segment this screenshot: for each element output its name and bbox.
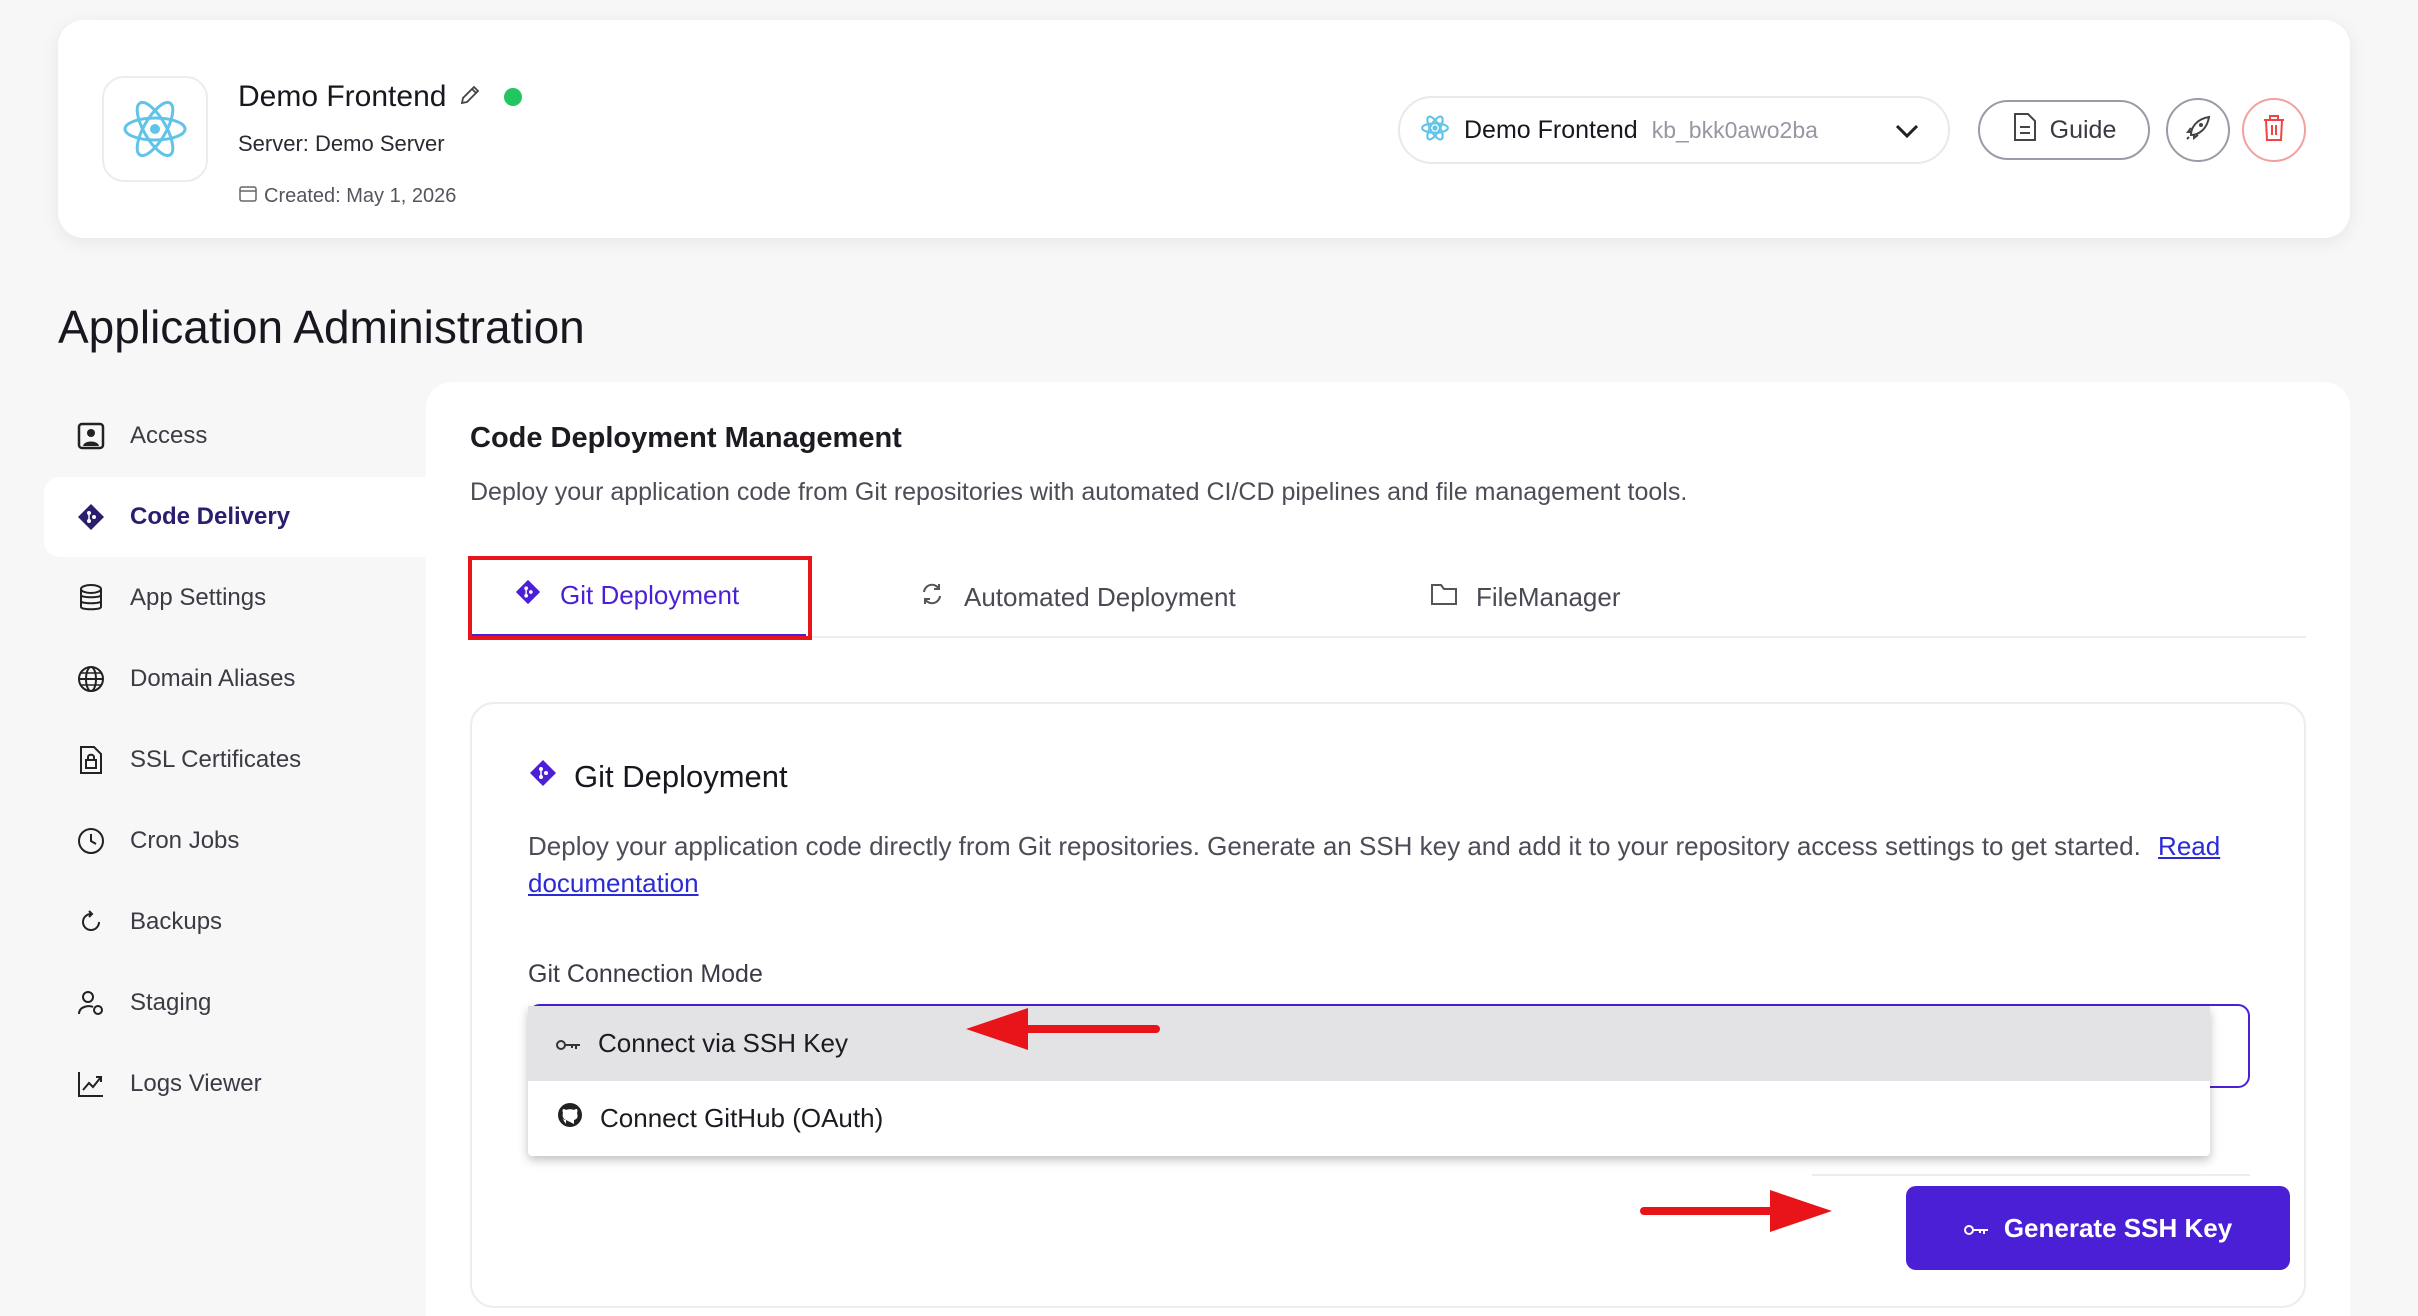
deployment-tabs: Git Deployment Automated Deployment File…	[470, 556, 2306, 638]
page-title: Application Administration	[58, 301, 585, 353]
sidebar-item-code-delivery[interactable]: Code Delivery	[44, 477, 426, 557]
app-switcher-dropdown[interactable]: Demo Frontend kb_bkk0awo2ba	[1398, 96, 1950, 164]
refresh-icon	[74, 905, 108, 939]
delete-app-button[interactable]	[2242, 98, 2306, 162]
user-square-icon	[74, 419, 108, 453]
lock-file-icon	[74, 743, 108, 777]
github-icon	[556, 1101, 584, 1136]
globe-icon	[74, 662, 108, 696]
user-settings-icon	[74, 986, 108, 1020]
option-label: Connect via SSH Key	[598, 1028, 849, 1058]
git-card-title-text: Git Deployment	[574, 759, 788, 794]
app-created-date: Created: May 1, 2026	[238, 183, 456, 209]
git-icon	[74, 500, 108, 534]
key-icon	[556, 1028, 582, 1059]
option-connect-github[interactable]: Connect GitHub (OAuth)	[528, 1081, 2210, 1156]
tab-automated-deployment[interactable]: Automated Deployment	[918, 556, 1236, 638]
rocket-icon	[2183, 113, 2213, 148]
chart-line-icon	[74, 1067, 108, 1101]
option-connect-ssh-key[interactable]: Connect via SSH Key	[528, 1006, 2210, 1081]
tab-label: Automated Deployment	[964, 581, 1236, 612]
generate-ssh-key-label: Generate SSH Key	[2003, 1212, 2233, 1243]
divider	[1812, 1174, 2250, 1176]
calendar-icon	[238, 183, 258, 209]
sidebar-item-label: Backups	[130, 908, 223, 935]
app-server: Server: Demo Server	[238, 131, 445, 156]
tab-label: FileManager	[1476, 581, 1621, 612]
sidebar-item-cron-jobs[interactable]: Cron Jobs	[44, 801, 426, 881]
created-text: Created: May 1, 2026	[264, 184, 457, 207]
tab-label: Git Deployment	[560, 579, 740, 610]
switcher-app-id: kb_bkk0awo2ba	[1651, 116, 1818, 143]
key-icon	[1963, 1213, 1990, 1244]
sync-icon	[918, 580, 946, 615]
deploy-rocket-button[interactable]	[2166, 98, 2230, 162]
sidebar-item-domain-aliases[interactable]: Domain Aliases	[44, 639, 426, 719]
document-icon	[2012, 112, 2038, 149]
sidebar-item-label: Logs Viewer	[130, 1070, 262, 1097]
panel-title: Code Deployment Management	[470, 422, 902, 454]
sidebar-item-label: App Settings	[130, 584, 267, 611]
switcher-app-name: Demo Frontend	[1464, 115, 1638, 144]
guide-button[interactable]: Guide	[1978, 100, 2150, 160]
git-connection-mode-label: Git Connection Mode	[528, 960, 763, 988]
folder-icon	[1430, 581, 1458, 614]
sidebar-item-label: SSL Certificates	[130, 746, 302, 773]
status-dot	[504, 88, 523, 106]
react-small-icon	[1420, 113, 1450, 148]
database-icon	[74, 581, 108, 615]
git-icon	[528, 758, 558, 796]
tab-filemanager[interactable]: FileManager	[1430, 556, 1621, 638]
sidebar-item-label: Code Delivery	[130, 503, 291, 530]
app-title: Demo Frontend	[238, 80, 447, 113]
git-connection-mode-dropdown: Connect via SSH Key Connect GitHub (OAut…	[528, 1006, 2210, 1156]
panel-description: Deploy your application code from Git re…	[470, 478, 1688, 506]
trash-icon	[2260, 113, 2288, 148]
app-header-card: Demo Frontend Server: Demo Server Create…	[58, 20, 2350, 238]
sidebar-item-ssl-certificates[interactable]: SSL Certificates	[44, 720, 426, 800]
sidebar-item-label: Domain Aliases	[130, 665, 296, 692]
sidebar-item-label: Cron Jobs	[130, 827, 240, 854]
clock-icon	[74, 824, 108, 858]
git-deployment-card: Git Deployment Deploy your application c…	[470, 702, 2306, 1308]
generate-ssh-key-button[interactable]: Generate SSH Key	[1906, 1186, 2290, 1270]
chevron-down-icon	[1892, 116, 1922, 151]
main-panel: Code Deployment Management Deploy your a…	[426, 382, 2350, 1316]
option-label: Connect GitHub (OAuth)	[600, 1103, 884, 1133]
guide-label: Guide	[2049, 115, 2117, 144]
sidebar-item-label: Access	[130, 422, 208, 449]
git-card-description-text: Deploy your application code directly fr…	[528, 831, 2141, 861]
sidebar-item-access[interactable]: Access	[44, 396, 426, 476]
admin-sidebar: Access Code Delivery App Settings Domain…	[44, 396, 426, 1125]
git-card-description: Deploy your application code directly fr…	[528, 828, 2228, 902]
sidebar-item-logs-viewer[interactable]: Logs Viewer	[44, 1044, 426, 1124]
sidebar-item-label: Staging	[130, 989, 212, 1016]
git-card-title: Git Deployment	[528, 758, 788, 796]
tab-git-deployment[interactable]: Git Deployment	[470, 556, 806, 638]
sidebar-item-backups[interactable]: Backups	[44, 882, 426, 962]
pencil-edit-icon[interactable]	[458, 83, 482, 112]
git-icon	[514, 578, 542, 613]
react-logo-icon	[102, 76, 208, 182]
sidebar-item-staging[interactable]: Staging	[44, 963, 426, 1043]
sidebar-item-app-settings[interactable]: App Settings	[44, 558, 426, 638]
